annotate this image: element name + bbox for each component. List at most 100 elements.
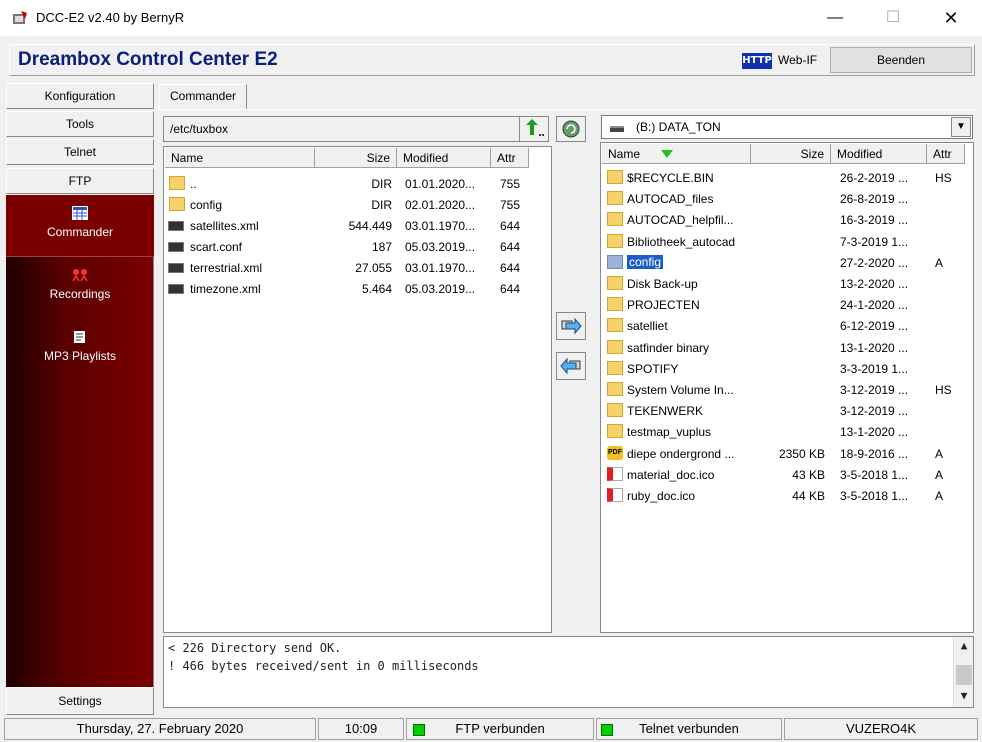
beenden-button[interactable]: Beenden: [830, 47, 972, 73]
status-date: Thursday, 27. February 2020: [4, 718, 316, 740]
title-bar: DCC-E2 v2.40 by BernyR — ☐ ✕: [0, 0, 982, 36]
maximize-button[interactable]: ☐: [870, 4, 916, 32]
arrow-right-icon: [561, 317, 582, 335]
table-row[interactable]: testmap_vuplus 13-1-2020 ...: [601, 421, 973, 442]
log-line: ! 466 bytes received/sent in 0 milliseco…: [168, 659, 479, 673]
nav-telnet[interactable]: Telnet: [6, 139, 154, 165]
folder-icon: [607, 276, 623, 290]
folder-icon: [607, 254, 623, 269]
scroll-thumb[interactable]: [956, 665, 972, 685]
ftp-submenu: Commander Recordings MP3 Playlists: [6, 195, 154, 687]
folder-icon: [607, 318, 623, 333]
upload-button[interactable]: [556, 312, 586, 340]
pdf-icon: PDF: [607, 445, 623, 460]
status-ftp: FTP verbunden: [406, 718, 594, 740]
table-row[interactable]: AUTOCAD_files 26-8-2019 ...: [601, 188, 973, 209]
app-header: Dreambox Control Center E2 HTTP Web-IF B…: [9, 44, 975, 76]
folder-icon: [607, 339, 623, 354]
arrow-up-icon: [526, 119, 544, 136]
local-file-list[interactable]: Name Size Modified Attr $RECYCLE.BIN 26-2…: [600, 142, 974, 633]
window-title: DCC-E2 v2.40 by BernyR: [36, 10, 185, 25]
folder-icon: [607, 297, 623, 312]
col-header-modified[interactable]: Modified: [397, 148, 491, 168]
scroll-up-icon[interactable]: ▲: [954, 639, 974, 652]
nav-mp3-playlists[interactable]: MP3 Playlists: [6, 319, 154, 381]
col-header-size[interactable]: Size: [315, 148, 397, 168]
http-icon[interactable]: HTTP: [742, 53, 772, 69]
remote-file-list[interactable]: Name Size Modified Attr .. DIR 01.01.202…: [163, 146, 552, 633]
nav-ftp[interactable]: FTP: [6, 168, 154, 194]
folder-icon: [607, 360, 623, 375]
status-time: 10:09: [318, 718, 404, 740]
log-line: < 226 Directory send OK.: [168, 641, 342, 655]
settings-button[interactable]: Settings: [6, 687, 154, 715]
nav-recordings-label: Recordings: [49, 287, 111, 301]
table-row[interactable]: TEKENWERK 3-12-2019 ...: [601, 400, 973, 421]
table-row[interactable]: PDF diepe ondergrond ... 2350 KB 18-9-2016 …: [601, 443, 973, 464]
table-row[interactable]: ruby_doc.ico 44 KB 3-5-2018 1... A: [601, 485, 973, 506]
table-row[interactable]: satfinder binary 13-1-2020 ...: [601, 337, 973, 358]
folder-icon: [607, 191, 623, 206]
log-scrollbar[interactable]: ▲ ▼: [953, 637, 973, 707]
table-row[interactable]: System Volume In... 3-12-2019 ... HS: [601, 379, 973, 400]
image-file-icon: [607, 488, 623, 502]
download-button[interactable]: [556, 352, 586, 380]
table-row[interactable]: scart.conf 187 05.03.2019... 644: [164, 236, 551, 257]
parent-dir-button[interactable]: [519, 116, 549, 142]
close-button[interactable]: ✕: [928, 4, 974, 32]
tab-divider: [157, 109, 977, 110]
col-header-attr[interactable]: Attr: [491, 148, 529, 168]
webif-label[interactable]: Web-IF: [778, 53, 817, 67]
drive-select-value: (B:) DATA_TON: [636, 120, 721, 134]
table-row[interactable]: config 27-2-2020 ... A: [601, 252, 973, 273]
col-header-modified[interactable]: Modified: [831, 144, 927, 164]
remote-path-field[interactable]: /etc/tuxbox: [163, 116, 549, 142]
minimize-button[interactable]: —: [812, 4, 858, 32]
ftp-status-led: [413, 724, 425, 736]
table-row[interactable]: material_doc.ico 43 KB 3-5-2018 1... A: [601, 464, 973, 485]
log-console[interactable]: < 226 Directory send OK. ! 466 bytes rec…: [163, 636, 974, 708]
table-row[interactable]: .. DIR 01.01.2020... 755: [164, 173, 551, 194]
folder-icon: [607, 382, 623, 396]
file-icon: [168, 284, 184, 294]
nav-tools[interactable]: Tools: [6, 111, 154, 137]
table-row[interactable]: satellites.xml 544.449 03.01.1970... 644: [164, 215, 551, 236]
col-header-name[interactable]: Name: [165, 148, 315, 168]
nav-commander[interactable]: Commander: [6, 195, 154, 257]
table-row[interactable]: SPOTIFY 3-3-2019 1...: [601, 358, 973, 379]
table-row[interactable]: timezone.xml 5.464 05.03.2019... 644: [164, 278, 551, 299]
table-row[interactable]: terrestrial.xml 27.055 03.01.1970... 644: [164, 257, 551, 278]
folder-icon: [607, 424, 623, 439]
col-header-name[interactable]: Name: [602, 144, 751, 164]
file-icon: [168, 242, 184, 252]
chevron-down-icon[interactable]: ▼: [951, 117, 971, 137]
nav-recordings[interactable]: Recordings: [6, 257, 154, 319]
drive-icon: [610, 126, 624, 132]
table-row[interactable]: Disk Back-up 13-2-2020 ...: [601, 273, 973, 294]
playlist-icon: [74, 331, 85, 343]
col-header-attr[interactable]: Attr: [927, 144, 965, 164]
scroll-down-icon[interactable]: ▼: [954, 689, 974, 702]
sort-desc-icon: [661, 150, 673, 158]
nav-konfiguration[interactable]: Konfiguration: [6, 83, 154, 109]
telnet-status-led: [601, 724, 613, 736]
remote-path-text: /etc/tuxbox: [170, 122, 229, 136]
app-title: Dreambox Control Center E2: [18, 49, 278, 70]
refresh-button[interactable]: [556, 116, 586, 142]
tab-commander[interactable]: Commander: [159, 84, 247, 110]
app-icon: [13, 11, 27, 24]
table-row[interactable]: AUTOCAD_helpfil... 16-3-2019 ...: [601, 209, 973, 230]
table-row[interactable]: Bibliotheek_autocad 7-3-2019 1...: [601, 231, 973, 252]
table-row[interactable]: satelliet 6-12-2019 ...: [601, 315, 973, 336]
table-row[interactable]: config DIR 02.01.2020... 755: [164, 194, 551, 215]
image-file-icon: [607, 466, 623, 481]
folder-icon: [607, 212, 623, 227]
table-row[interactable]: $RECYCLE.BIN 26-2-2019 ... HS: [601, 167, 973, 188]
drive-select[interactable]: (B:) DATA_TON ▼: [601, 115, 973, 139]
folder-icon: [607, 170, 623, 184]
table-row[interactable]: PROJECTEN 24-1-2020 ...: [601, 294, 973, 315]
folder-icon: [169, 197, 185, 211]
nav-mp3-label: MP3 Playlists: [43, 349, 117, 363]
col-header-size[interactable]: Size: [751, 144, 831, 164]
folder-icon: [169, 176, 185, 190]
